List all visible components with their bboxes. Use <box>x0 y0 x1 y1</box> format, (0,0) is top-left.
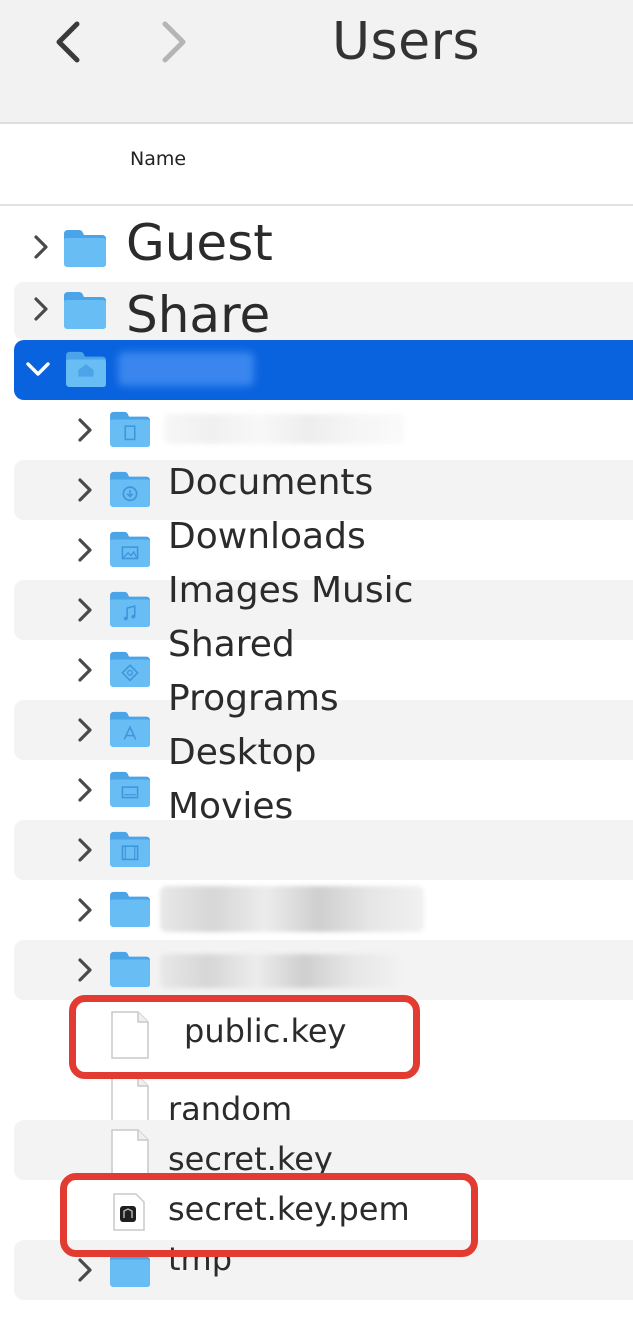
chevron-right-icon[interactable] <box>74 957 96 983</box>
window-title: Users <box>332 12 481 72</box>
list-item-label: secret.key <box>168 1140 333 1178</box>
folder-icon <box>108 1250 152 1288</box>
chevron-right-icon[interactable] <box>30 234 52 260</box>
folder-icon <box>108 890 152 928</box>
list-item-programs[interactable]: Programs <box>14 678 633 760</box>
music-folder-icon <box>108 590 152 628</box>
folder-icon <box>108 410 152 448</box>
list-item-label: Downloads <box>168 516 366 557</box>
chevron-left-icon <box>56 21 80 63</box>
list-item-label: Documents <box>168 462 374 503</box>
redacted-name <box>160 886 424 932</box>
list-item-label: Movies <box>168 786 294 827</box>
list-item-tmp[interactable]: tmp <box>14 1240 633 1300</box>
toolbar: Users <box>0 0 633 124</box>
redacted-name <box>160 954 400 988</box>
forward-button[interactable] <box>155 18 195 66</box>
list-item-label: Images Music <box>168 570 414 611</box>
pictures-folder-icon <box>108 530 152 568</box>
chevron-right-icon[interactable] <box>74 897 96 923</box>
applications-folder-icon <box>108 710 152 748</box>
list-item-desktop[interactable]: Desktop <box>14 732 633 820</box>
folder-icon <box>62 290 108 330</box>
list-item-redacted[interactable] <box>14 940 633 1000</box>
document-icon <box>110 1128 150 1178</box>
home-folder-icon <box>64 350 108 388</box>
chevron-right-icon[interactable] <box>30 296 52 322</box>
list-item-home-folder[interactable] <box>14 340 633 400</box>
list-item-movies[interactable]: Movies <box>14 786 633 880</box>
name-column-header[interactable]: Name <box>130 148 186 170</box>
list-item-label: tmp <box>168 1240 233 1278</box>
list-item-images-music[interactable]: Images Music <box>14 570 633 640</box>
downloads-folder-icon <box>108 470 152 508</box>
chevron-down-icon[interactable] <box>24 358 52 382</box>
file-item-secret-key-pem[interactable]: secret.key.pem <box>14 1180 633 1240</box>
list-item-share[interactable]: Share <box>14 282 633 344</box>
chevron-right-icon[interactable] <box>74 717 96 743</box>
certificate-file-icon <box>113 1193 145 1231</box>
redacted-name <box>118 352 254 386</box>
list-item-label: Programs <box>168 678 339 719</box>
document-icon <box>110 1074 150 1124</box>
movies-folder-icon <box>108 830 152 868</box>
list-item-label: Desktop <box>168 732 317 773</box>
chevron-right-icon[interactable] <box>74 837 96 863</box>
file-item-secret-key[interactable]: secret.key <box>14 1120 633 1180</box>
back-button[interactable] <box>47 18 87 66</box>
chevron-right-icon[interactable] <box>74 417 96 443</box>
folder-icon <box>108 950 152 988</box>
list-item-documents[interactable]: Documents <box>14 460 633 520</box>
chevron-right-icon[interactable] <box>74 1257 96 1283</box>
chevron-right-icon[interactable] <box>74 597 96 623</box>
column-header: Name <box>0 124 633 206</box>
chevron-right-icon[interactable] <box>74 537 96 563</box>
folder-icon <box>62 228 108 268</box>
list-item-guest[interactable]: Guest <box>14 210 633 280</box>
shared-folder-icon <box>108 650 152 688</box>
list-item-label: Shared <box>168 624 295 665</box>
list-item-redacted[interactable] <box>14 880 633 940</box>
chevron-right-icon[interactable] <box>74 777 96 803</box>
chevron-right-icon <box>162 21 186 63</box>
chevron-right-icon[interactable] <box>74 657 96 683</box>
list-item-label: Guest <box>126 214 273 272</box>
list-item-redacted[interactable] <box>14 400 633 460</box>
desktop-folder-icon <box>108 770 152 808</box>
document-icon <box>110 1010 150 1060</box>
redacted-name <box>164 414 404 444</box>
file-item-public-key[interactable]: public.key <box>14 1000 633 1070</box>
list-item-label: public.key <box>184 1012 347 1050</box>
list-item-label: Share <box>126 286 271 344</box>
list-item-label: secret.key.pem <box>168 1190 410 1228</box>
chevron-right-icon[interactable] <box>74 477 96 503</box>
